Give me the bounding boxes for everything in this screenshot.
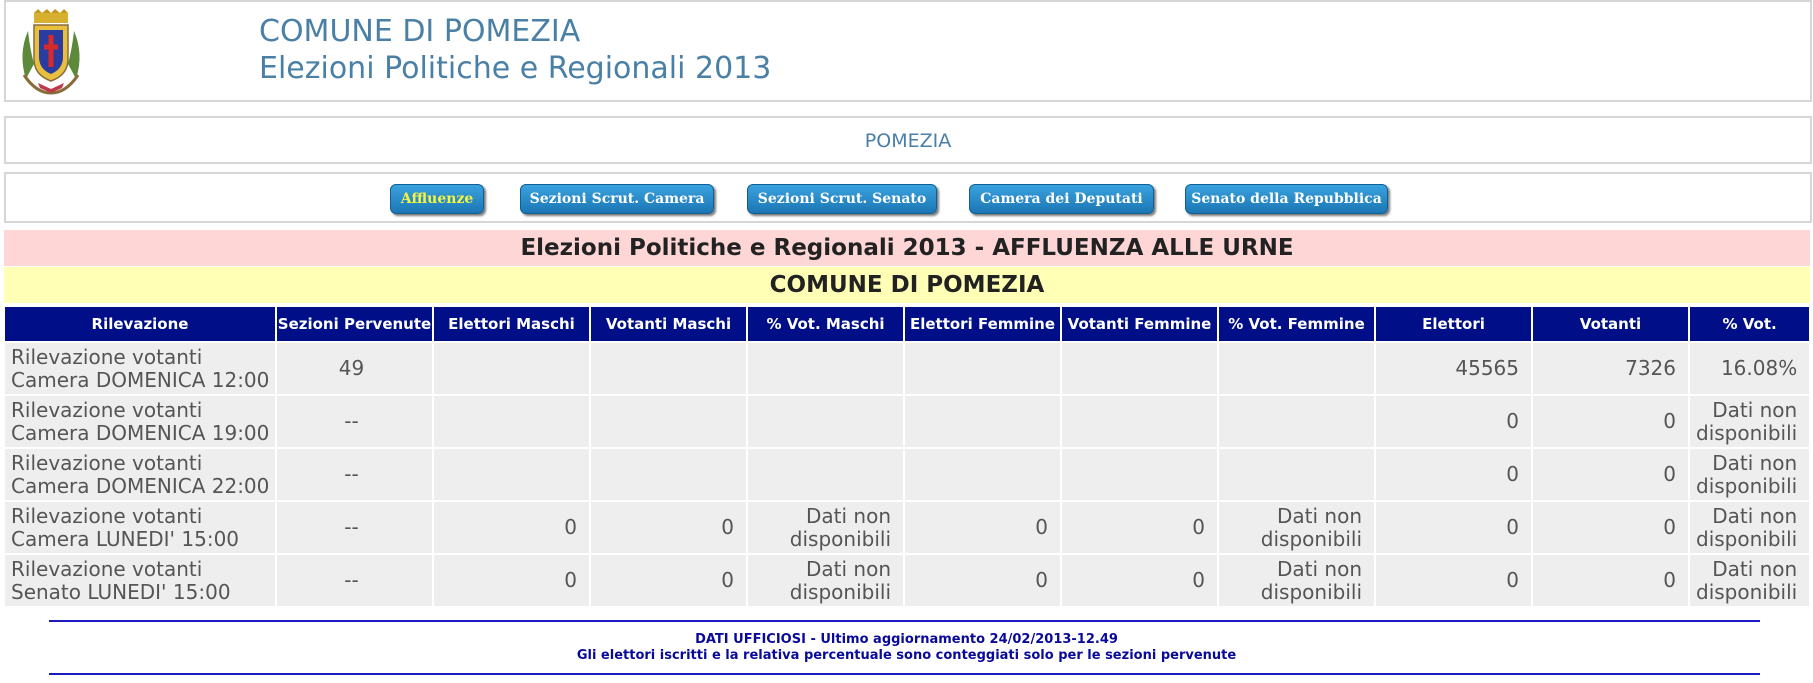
- cell-sezioni: --: [277, 555, 432, 606]
- cell-sezioni: --: [277, 396, 432, 447]
- col-header: Sezioni Pervenute: [277, 307, 432, 341]
- cell-votanti: 0: [1533, 502, 1688, 553]
- cell-votanti-femmine: [1062, 449, 1217, 500]
- cell-sezioni: --: [277, 449, 432, 500]
- cell-rilevazione: Rilevazione votanti Senato LUNEDI' 15:00: [5, 555, 275, 606]
- cell-votanti-maschi: [591, 396, 746, 447]
- cell-pct-femmine: [1219, 449, 1374, 500]
- nav-sezioni-camera-button[interactable]: Sezioni Scrut. Camera: [520, 184, 714, 214]
- cell-pct-maschi: [748, 449, 903, 500]
- cell-pct-maschi: [748, 396, 903, 447]
- cell-elettori: 0: [1376, 396, 1531, 447]
- election-title: Elezioni Politiche e Regionali 2013: [259, 51, 772, 86]
- col-header: % Vot. Maschi: [748, 307, 903, 341]
- table-row: Rilevazione votanti Camera DOMENICA 19:00…: [5, 396, 1810, 447]
- table-row: Rilevazione votanti Camera DOMENICA 12:00…: [5, 343, 1810, 394]
- nav-camera-button[interactable]: Camera dei Deputati: [969, 184, 1154, 214]
- cell-rilevazione: Rilevazione votanti Camera DOMENICA 12:00: [5, 343, 275, 394]
- nav-affluenze-button[interactable]: Affluenze: [390, 184, 484, 214]
- cell-pct-maschi: Dati non disponibili: [748, 502, 903, 553]
- cell-votanti-femmine: [1062, 396, 1217, 447]
- cell-pct-femmine: [1219, 343, 1374, 394]
- nav-bar: Affluenze Sezioni Scrut. Camera Sezioni …: [4, 172, 1812, 223]
- cell-pct: Dati non disponibili: [1690, 396, 1810, 447]
- nav-sezioni-senato-button[interactable]: Sezioni Scrut. Senato: [747, 184, 937, 214]
- cell-pct-femmine: Dati non disponibili: [1219, 502, 1374, 553]
- cell-elettori-maschi: [434, 449, 589, 500]
- footer-update-note: DATI UFFICIOSI - Ultimo aggiornamento 24…: [695, 632, 1118, 647]
- col-header: % Vot.: [1690, 307, 1810, 341]
- cell-pct-femmine: [1219, 396, 1374, 447]
- cell-sezioni: --: [277, 502, 432, 553]
- cell-pct: Dati non disponibili: [1690, 502, 1810, 553]
- cell-votanti: 0: [1533, 555, 1688, 606]
- section-title: Elezioni Politiche e Regionali 2013 - AF…: [4, 230, 1810, 266]
- cell-votanti: 7326: [1533, 343, 1688, 394]
- cell-pct: Dati non disponibili: [1690, 449, 1810, 500]
- col-header: Votanti: [1533, 307, 1688, 341]
- cell-votanti-maschi: 0: [591, 555, 746, 606]
- cell-votanti-maschi: [591, 449, 746, 500]
- cell-elettori-femmine: [905, 449, 1060, 500]
- cell-elettori: 0: [1376, 555, 1531, 606]
- divider-top: [49, 620, 1760, 622]
- cell-pct: 16.08%: [1690, 343, 1810, 394]
- cell-elettori-maschi: [434, 343, 589, 394]
- cell-pct-maschi: [748, 343, 903, 394]
- col-header: % Vot. Femmine: [1219, 307, 1374, 341]
- cell-votanti-maschi: 0: [591, 502, 746, 553]
- nav-senato-button[interactable]: Senato della Repubblica: [1185, 184, 1388, 214]
- cell-pct: Dati non disponibili: [1690, 555, 1810, 606]
- city-band: POMEZIA: [4, 116, 1812, 164]
- page-header: COMUNE DI POMEZIA Elezioni Politiche e R…: [4, 0, 1812, 102]
- divider-bottom: [49, 673, 1760, 675]
- cell-pct-maschi: Dati non disponibili: [748, 555, 903, 606]
- cell-elettori-femmine: [905, 396, 1060, 447]
- col-header: Elettori: [1376, 307, 1531, 341]
- table-header-row: Rilevazione Sezioni Pervenute Elettori M…: [5, 307, 1810, 341]
- table-row: Rilevazione votanti Camera DOMENICA 22:00…: [5, 449, 1810, 500]
- col-header: Elettori Maschi: [434, 307, 589, 341]
- col-header: Votanti Maschi: [591, 307, 746, 341]
- cell-votanti-maschi: [591, 343, 746, 394]
- cell-elettori: 0: [1376, 449, 1531, 500]
- footer-sections-note: Gli elettori iscritti e la relativa perc…: [576, 648, 1237, 663]
- cell-elettori-maschi: [434, 396, 589, 447]
- cell-rilevazione: Rilevazione votanti Camera LUNEDI' 15:00: [5, 502, 275, 553]
- section-subtitle: COMUNE DI POMEZIA: [4, 267, 1810, 303]
- municipality-title: COMUNE DI POMEZIA: [259, 14, 581, 49]
- col-header: Rilevazione: [5, 307, 275, 341]
- cell-elettori: 45565: [1376, 343, 1531, 394]
- turnout-table: Rilevazione Sezioni Pervenute Elettori M…: [3, 305, 1811, 608]
- cell-elettori: 0: [1376, 502, 1531, 553]
- coat-of-arms-icon: [22, 9, 80, 95]
- cell-elettori-maschi: 0: [434, 555, 589, 606]
- table-row: Rilevazione votanti Camera LUNEDI' 15:00 …: [5, 502, 1810, 553]
- col-header: Elettori Femmine: [905, 307, 1060, 341]
- cell-rilevazione: Rilevazione votanti Camera DOMENICA 22:00: [5, 449, 275, 500]
- cell-votanti: 0: [1533, 449, 1688, 500]
- cell-elettori-maschi: 0: [434, 502, 589, 553]
- cell-elettori-femmine: 0: [905, 502, 1060, 553]
- city-name: POMEZIA: [864, 130, 952, 152]
- cell-sezioni: 49: [277, 343, 432, 394]
- cell-votanti-femmine: 0: [1062, 555, 1217, 606]
- cell-elettori-femmine: 0: [905, 555, 1060, 606]
- cell-votanti: 0: [1533, 396, 1688, 447]
- cell-rilevazione: Rilevazione votanti Camera DOMENICA 19:00: [5, 396, 275, 447]
- cell-votanti-femmine: 0: [1062, 502, 1217, 553]
- cell-elettori-femmine: [905, 343, 1060, 394]
- table-row: Rilevazione votanti Senato LUNEDI' 15:00 …: [5, 555, 1810, 606]
- col-header: Votanti Femmine: [1062, 307, 1217, 341]
- cell-pct-femmine: Dati non disponibili: [1219, 555, 1374, 606]
- cell-votanti-femmine: [1062, 343, 1217, 394]
